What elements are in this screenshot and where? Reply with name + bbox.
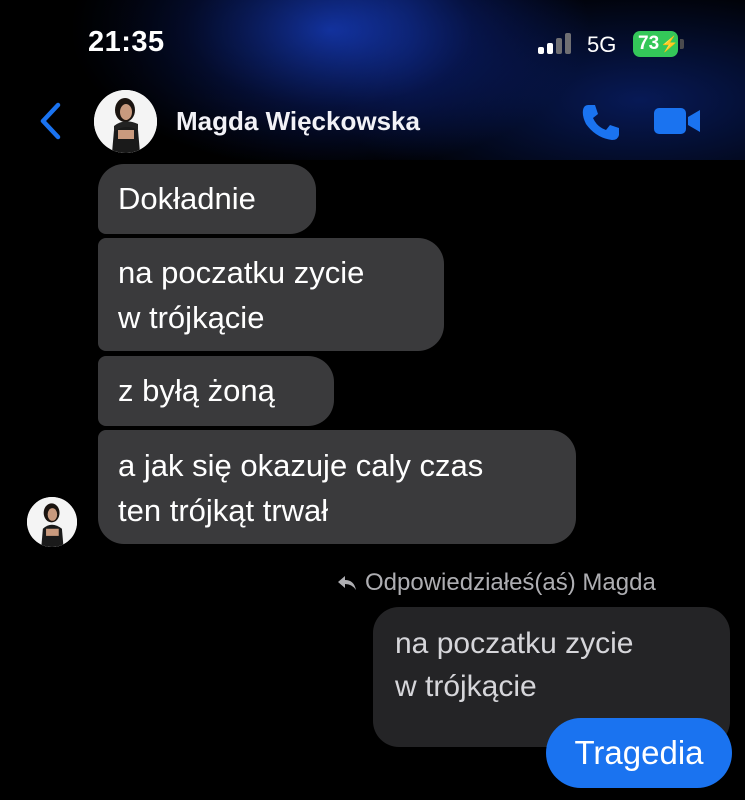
avatar-photo xyxy=(27,497,77,547)
contact-avatar[interactable] xyxy=(94,90,157,153)
phone-call-icon[interactable] xyxy=(580,102,622,142)
avatar-photo xyxy=(94,90,157,153)
reply-label-text: Odpowiedziałeś(aś) Magda xyxy=(365,569,656,596)
charging-bolt-icon: ⚡ xyxy=(660,36,679,53)
contact-name[interactable]: Magda Więckowska xyxy=(176,106,420,137)
status-time: 21:35 xyxy=(88,26,165,58)
network-type: 5G xyxy=(587,32,617,57)
reply-arrow-icon xyxy=(338,576,356,590)
incoming-message[interactable]: a jak się okazuje caly czas ten trójkąt … xyxy=(98,430,576,544)
video-call-icon[interactable] xyxy=(652,104,702,138)
battery-level: 73 xyxy=(638,33,660,54)
message-sender-avatar[interactable] xyxy=(27,497,77,547)
incoming-message[interactable]: Dokładnie xyxy=(98,164,316,234)
reply-label: Odpowiedziałeś(aś) Magda xyxy=(337,569,656,597)
incoming-message[interactable]: z byłą żoną xyxy=(98,356,334,426)
outgoing-message[interactable]: Tragedia xyxy=(546,718,732,788)
incoming-message[interactable]: na poczatku zycie w trójkącie xyxy=(98,238,444,351)
signal-icon xyxy=(538,32,574,54)
back-chevron-icon[interactable] xyxy=(36,102,66,140)
battery-icon: 73 ⚡ xyxy=(633,31,679,57)
